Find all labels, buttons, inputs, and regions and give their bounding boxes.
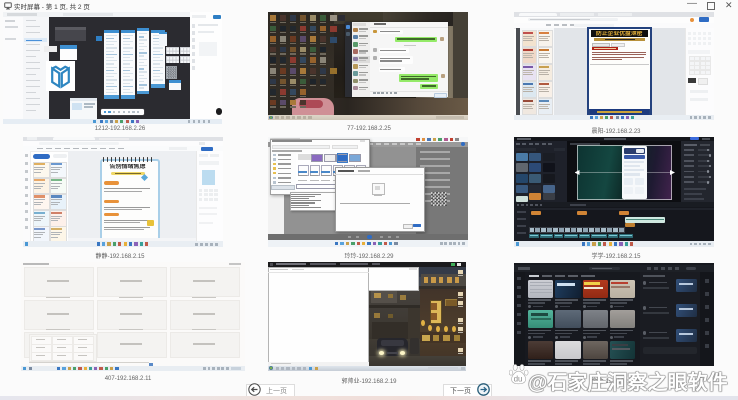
svg-text:du: du: [514, 375, 523, 384]
